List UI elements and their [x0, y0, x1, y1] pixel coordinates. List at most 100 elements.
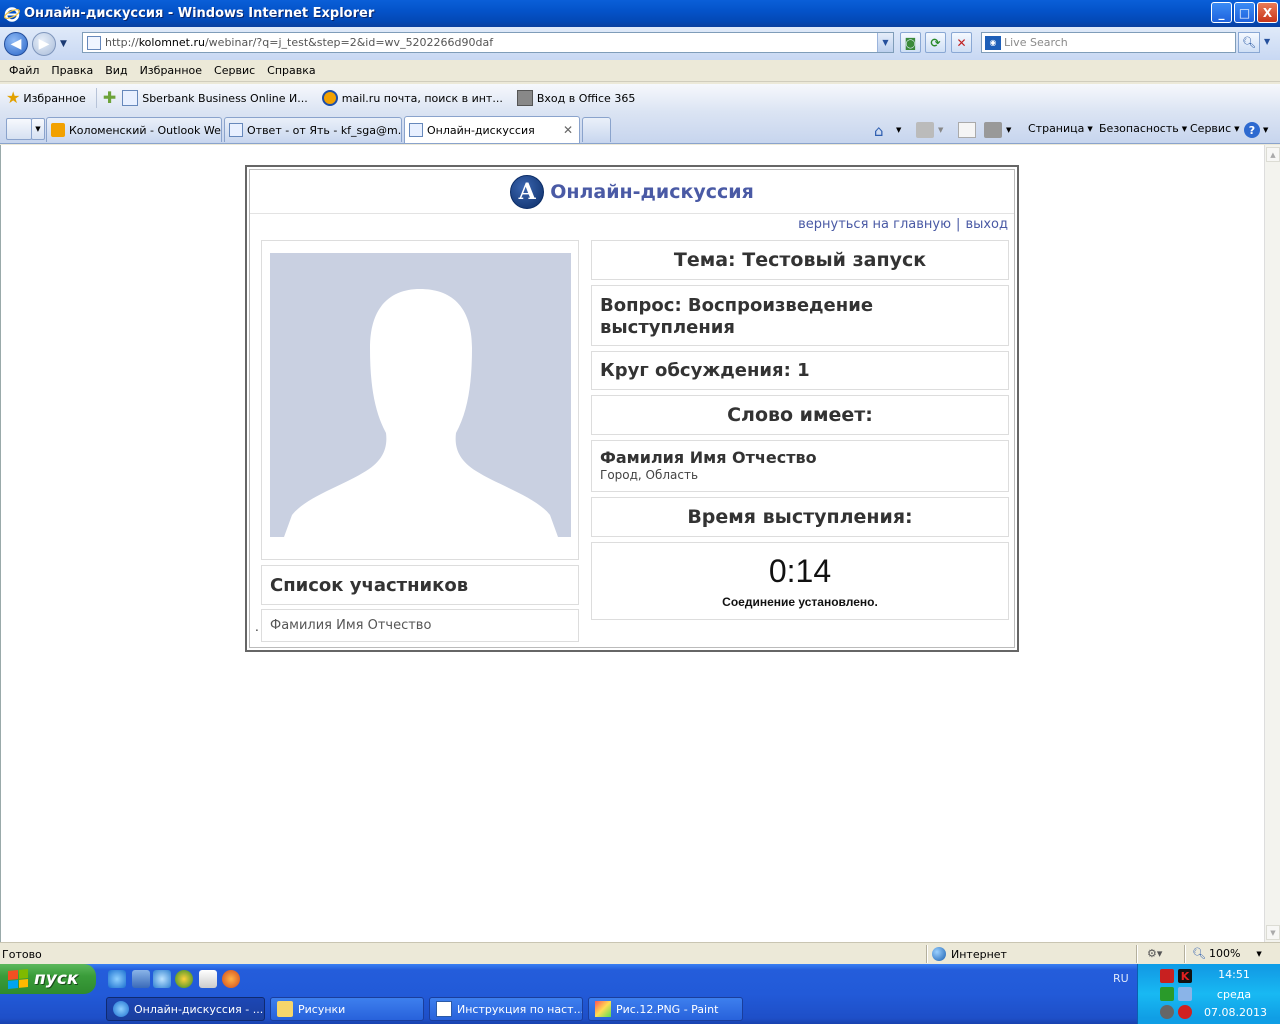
history-dropdown-icon[interactable]: ▼	[60, 39, 67, 49]
home-button[interactable]: ⌂ ▼	[874, 122, 901, 140]
outlook-express-icon[interactable]	[153, 970, 171, 988]
address-url[interactable]: http://kolomnet.ru/webinar/?q=j_test&ste…	[105, 36, 493, 49]
back-to-home-link[interactable]: вернуться на главную	[798, 217, 951, 232]
scroll-up-icon[interactable]: ▲	[1266, 147, 1280, 162]
office365-icon	[516, 90, 533, 106]
page-menu[interactable]: Страница ▼	[1028, 122, 1093, 135]
ie-quicklaunch-icon[interactable]	[108, 970, 126, 988]
tab-close-icon[interactable]: ✕	[563, 123, 573, 137]
address-dropdown-icon[interactable]: ▼	[877, 33, 893, 52]
new-tab-button[interactable]	[582, 117, 611, 142]
menu-bar: Файл Правка Вид Избранное Сервис Справка	[0, 60, 1280, 82]
protected-mode-icon[interactable]: ⚙▾	[1147, 947, 1162, 960]
network-icon[interactable]	[1178, 987, 1192, 1001]
folder-icon	[277, 1001, 293, 1017]
menu-tools[interactable]: Сервис	[214, 64, 255, 77]
scroll-down-icon[interactable]: ▼	[1266, 925, 1280, 940]
security-shield-icon[interactable]	[1178, 1005, 1192, 1019]
feeds-button[interactable]: ▼	[916, 122, 943, 138]
search-input[interactable]: ◉ Live Search	[981, 32, 1236, 53]
site-logo-icon: А	[510, 174, 545, 209]
security-menu[interactable]: Безопасность ▼	[1099, 122, 1187, 135]
menu-view[interactable]: Вид	[105, 64, 127, 77]
tools-menu[interactable]: Сервис ▼	[1190, 122, 1240, 135]
read-mail-button[interactable]	[958, 122, 980, 138]
speaker-name: Фамилия Имя Отчество	[600, 448, 817, 467]
document-icon[interactable]	[199, 970, 217, 988]
network-activity-icon[interactable]	[1160, 987, 1174, 1001]
tab-online-discussion[interactable]: Онлайн-дискуссия ✕	[404, 116, 580, 143]
speaker-location: Город, Область	[600, 468, 699, 482]
favorite-link-mailru[interactable]: mail.ru почта, поиск в инт...	[321, 90, 503, 106]
favorites-button[interactable]: ★ Избранное	[6, 90, 86, 106]
top-links: вернуться на главную | выход	[798, 217, 1008, 232]
zoom-control[interactable]: 🔍︎ 100% ▼	[1192, 947, 1262, 960]
vertical-scrollbar[interactable]: ▲ ▼	[1264, 145, 1280, 942]
tab-bar: ▼ Коломенский - Outlook Web... Ответ - о…	[0, 112, 1280, 144]
add-favorite-icon[interactable]: ✚	[103, 90, 116, 106]
menu-favorites[interactable]: Избранное	[140, 64, 202, 77]
menu-help[interactable]: Справка	[267, 64, 315, 77]
status-text: Готово	[2, 948, 42, 961]
kaspersky-icon[interactable]: K	[1178, 969, 1192, 983]
topic-box: Тема: Тестовый запуск	[591, 240, 1009, 280]
refresh-icon[interactable]: ⟳	[925, 32, 946, 53]
ie-page-icon	[122, 90, 139, 106]
device-icon[interactable]	[1160, 1005, 1174, 1019]
forward-button[interactable]: ▶	[32, 31, 56, 56]
taskbar-item-paint[interactable]: Рис.12.PNG - Paint	[588, 997, 743, 1021]
clock-time: 14:51	[1218, 968, 1250, 981]
page-header: А Онлайн-дискуссия	[250, 170, 1014, 214]
clock-day: среда	[1216, 988, 1252, 1001]
show-desktop-icon[interactable]	[132, 970, 150, 988]
language-indicator[interactable]: RU	[1113, 972, 1129, 985]
rss-feed-icon	[916, 122, 934, 138]
menu-file[interactable]: Файл	[9, 64, 39, 77]
taskbar-item-pictures[interactable]: Рисунки	[270, 997, 424, 1021]
address-bar[interactable]: http://kolomnet.ru/webinar/?q=j_test&ste…	[82, 32, 894, 53]
close-button[interactable]: X	[1257, 2, 1278, 23]
taskbar-item-instruction[interactable]: Инструкция по наст...	[429, 997, 583, 1021]
taskbar-item-discussion[interactable]: Онлайн-дискуссия - ...	[106, 997, 265, 1021]
back-button[interactable]: ◀	[4, 31, 28, 56]
menu-edit[interactable]: Правка	[51, 64, 93, 77]
window-title: Онлайн-дискуссия - Windows Internet Expl…	[24, 6, 375, 21]
maximize-button[interactable]: □	[1234, 2, 1255, 23]
print-button[interactable]: ▼	[984, 122, 1011, 138]
participant-marker: .	[255, 620, 259, 634]
address-toolbar: ◀ ▶ ▼ http://kolomnet.ru/webinar/?q=j_te…	[0, 27, 1280, 60]
security-zone[interactable]: Интернет	[932, 947, 1007, 961]
favorite-link-office365[interactable]: Вход в Office 365	[516, 90, 635, 106]
volume-icon[interactable]	[1160, 969, 1174, 983]
start-button[interactable]: пуск	[0, 964, 96, 994]
paint-icon	[595, 1001, 611, 1017]
stop-icon[interactable]: ✕	[951, 32, 972, 53]
firefox-icon[interactable]	[222, 970, 240, 988]
tab-reply[interactable]: Ответ - от Ять - kf_sga@m...	[224, 117, 402, 142]
search-button[interactable]: 🔍︎	[1238, 32, 1260, 53]
windows-logo-icon	[8, 968, 28, 990]
logout-link[interactable]: выход	[965, 217, 1008, 232]
home-icon: ⌂	[874, 122, 884, 140]
participants-header: Список участников	[261, 565, 579, 605]
help-button[interactable]: ? ▼	[1244, 122, 1268, 138]
ie-page-icon	[229, 123, 243, 137]
page-title: Онлайн-дискуссия	[550, 180, 754, 203]
tab-outlook[interactable]: Коломенский - Outlook Web...	[46, 117, 222, 142]
speaker-header: Слово имеет:	[591, 395, 1009, 435]
page-icon	[87, 35, 101, 50]
mailru-icon	[321, 90, 338, 106]
mail-icon	[958, 122, 976, 138]
compatibility-view-icon[interactable]: ◙	[900, 32, 921, 53]
favorite-link-sberbank[interactable]: Sberbank Business Online И...	[122, 90, 308, 106]
zoom-icon: 🔍︎	[1192, 947, 1206, 960]
search-options-icon[interactable]: ▼	[1264, 37, 1270, 46]
quick-tabs-icon[interactable]	[6, 118, 32, 140]
word-icon	[436, 1001, 452, 1017]
person-silhouette-icon	[284, 289, 558, 537]
tab-list-dropdown-icon[interactable]: ▼	[31, 118, 45, 140]
media-player-icon[interactable]	[175, 970, 193, 988]
minimize-button[interactable]: _	[1211, 2, 1232, 23]
live-search-icon: ◉	[985, 35, 1001, 50]
list-item[interactable]: Фамилия Имя Отчество	[261, 609, 579, 642]
